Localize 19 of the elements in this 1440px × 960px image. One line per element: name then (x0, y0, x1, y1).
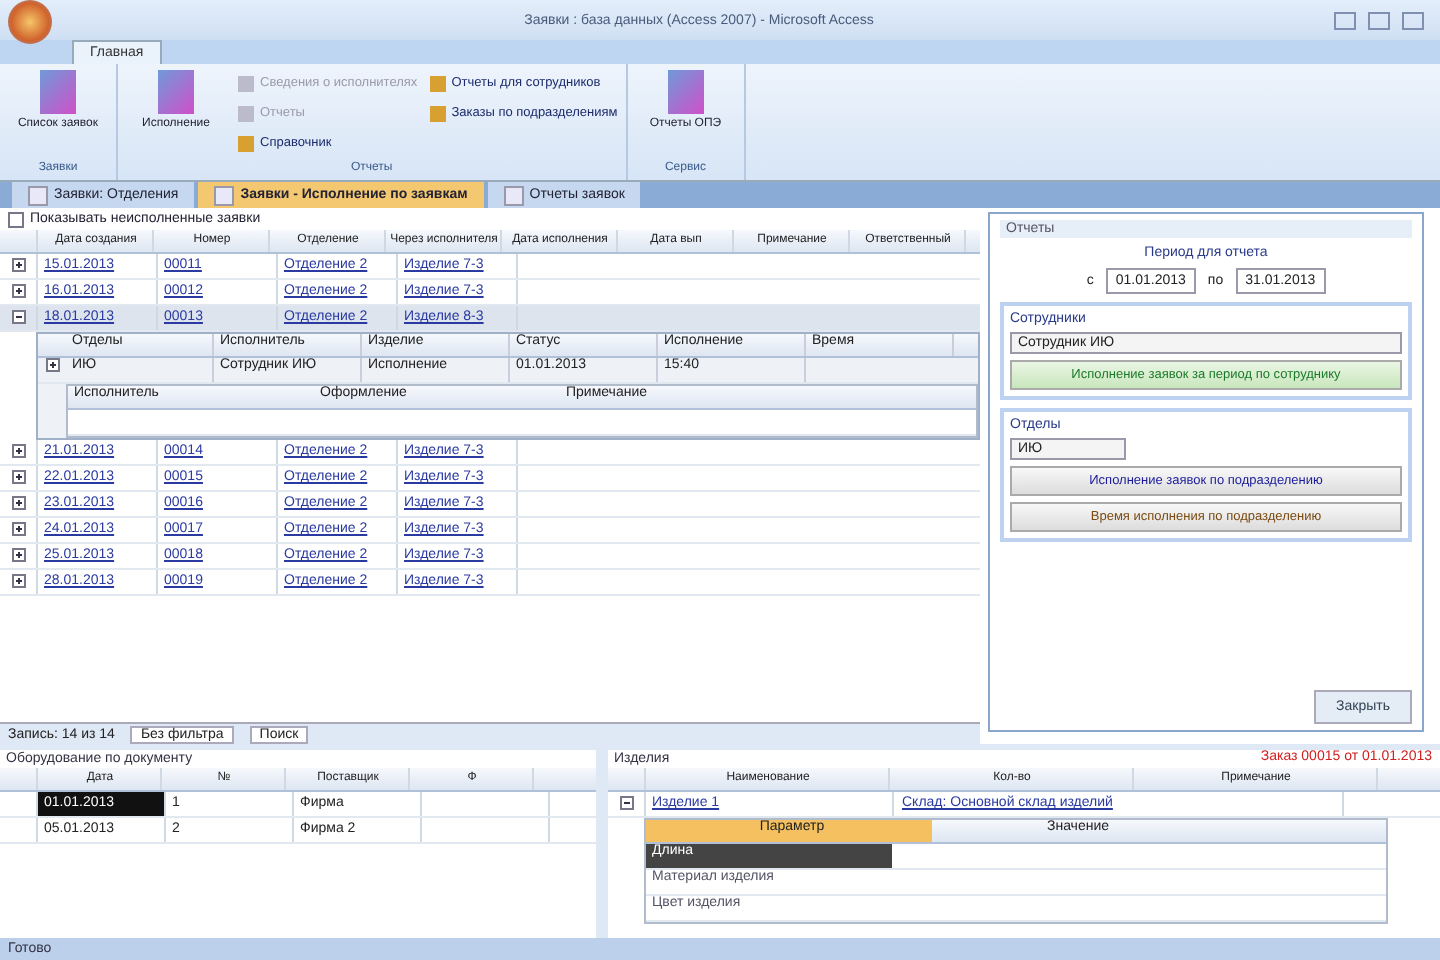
expand-icon[interactable] (11, 521, 25, 536)
expand-icon[interactable] (11, 283, 25, 298)
checkbox[interactable] (8, 211, 24, 227)
form-icon (503, 185, 524, 205)
expand-icon[interactable] (11, 469, 25, 484)
form-icon (158, 70, 194, 114)
collapse-icon[interactable] (619, 795, 633, 810)
expand-icon[interactable] (11, 443, 25, 458)
expand-icon[interactable] (11, 495, 25, 510)
expand-icon[interactable] (11, 573, 25, 588)
form-icon (214, 185, 235, 205)
collapse-icon[interactable] (11, 309, 25, 324)
form-icon (40, 70, 76, 114)
expand-icon[interactable] (11, 257, 25, 272)
expand-icon[interactable] (45, 358, 59, 372)
form-icon (667, 70, 704, 114)
expand-icon[interactable] (11, 547, 25, 562)
form-icon (28, 185, 48, 205)
office-button[interactable] (8, 0, 52, 44)
